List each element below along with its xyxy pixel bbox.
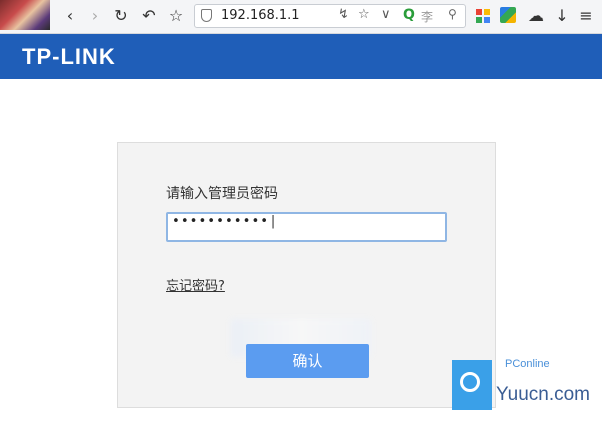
chevron-down-icon[interactable]: ∨: [381, 7, 391, 22]
address-bar[interactable]: 192.168.1.1 ↯ ☆ ∨ Q 李 ⚲: [194, 4, 466, 28]
avatar[interactable]: [0, 0, 50, 30]
undo-icon[interactable]: ↶: [139, 6, 159, 26]
reload-icon[interactable]: ↻: [111, 6, 131, 26]
address-text[interactable]: 192.168.1.1: [221, 8, 300, 23]
watermark-brand: PConline: [505, 358, 550, 370]
browser-toolbar: ‹ › ↻ ↶ ☆ 192.168.1.1 ↯ ☆ ∨ Q 李 ⚲ ☁ ↓ ≡: [0, 0, 602, 34]
watermark-site: Yuucn.com: [496, 384, 590, 405]
color-app-icon[interactable]: [500, 7, 516, 23]
watermark: PConline Yuucn.com: [452, 350, 602, 416]
download-icon[interactable]: ↓: [552, 6, 572, 26]
tp-link-logo: TP-LINK: [22, 44, 116, 69]
password-value: •••••••••••: [172, 214, 270, 229]
search-q-icon[interactable]: Q: [403, 7, 415, 23]
cloud-icon[interactable]: ☁: [526, 6, 546, 26]
search-text[interactable]: 李: [421, 8, 433, 25]
login-panel: 请输入管理员密码 •••••••••••| 忘记密码? 确认: [117, 142, 496, 408]
forgot-password-link[interactable]: 忘记密码?: [166, 275, 225, 294]
shield-icon: [201, 9, 212, 22]
brand-header: TP-LINK: [0, 34, 602, 79]
search-icon[interactable]: ⚲: [448, 7, 457, 21]
confirm-button[interactable]: 确认: [246, 344, 369, 378]
lightning-icon[interactable]: ↯: [338, 7, 349, 22]
forward-icon[interactable]: ›: [85, 6, 105, 26]
password-input[interactable]: •••••••••••|: [166, 212, 447, 242]
star-icon[interactable]: ☆: [166, 6, 186, 26]
back-icon[interactable]: ‹: [60, 6, 80, 26]
menu-icon[interactable]: ≡: [576, 6, 596, 26]
pconline-logo: [452, 360, 492, 410]
apps-icon[interactable]: [476, 9, 490, 23]
password-prompt: 请输入管理员密码: [166, 186, 278, 202]
bookmark-star-icon[interactable]: ☆: [358, 7, 370, 22]
